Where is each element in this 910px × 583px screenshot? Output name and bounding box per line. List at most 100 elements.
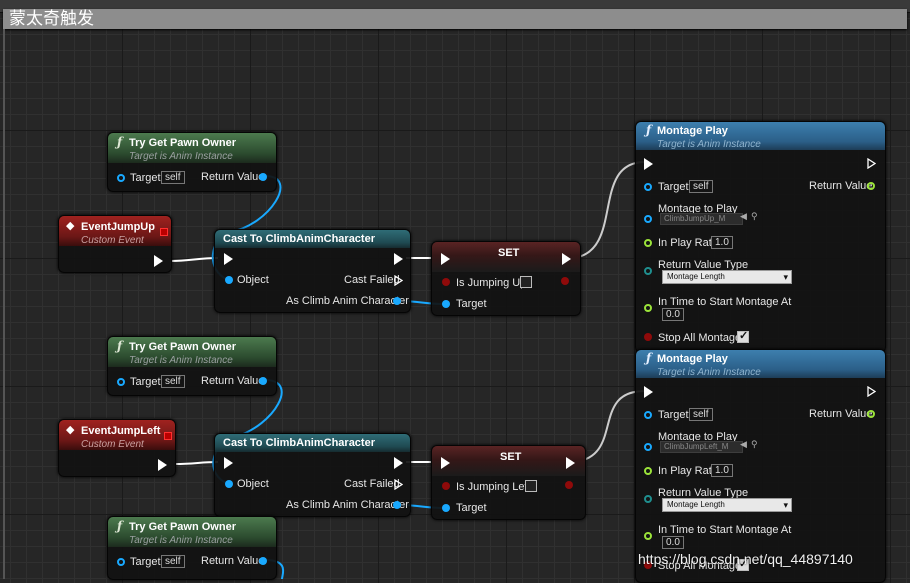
cast-node[interactable]: Cast To ClimbAnimCharacter Object Cast F… [214, 229, 411, 313]
montage-asset-picker[interactable]: ClimbJumpLeft_M [660, 441, 743, 453]
search-icon[interactable]: ⚲ [751, 211, 758, 222]
exec-in-pin[interactable] [441, 457, 450, 469]
pin-label-target: Target [456, 298, 487, 310]
pin-label-target: Target [130, 376, 161, 388]
as-climb-anim-character-pin[interactable] [393, 501, 401, 509]
target-pin[interactable] [442, 504, 450, 512]
try-get-pawn-owner-node[interactable]: ƒ Try Get Pawn Owner Target is Anim Inst… [107, 516, 277, 580]
bool-in-pin[interactable] [442, 278, 450, 286]
return-value-pin[interactable] [867, 410, 875, 418]
target-pin[interactable] [644, 183, 652, 191]
exec-out-pin[interactable] [867, 386, 876, 397]
delegate-pin[interactable] [164, 432, 172, 440]
return-value-pin[interactable] [259, 557, 267, 565]
search-icon[interactable]: ⚲ [751, 439, 758, 450]
custom-event-node[interactable]: ◆ EventJumpUp Custom Event [58, 215, 172, 273]
exec-out-pin[interactable] [562, 253, 571, 265]
node-subtitle: Target is Anim Instance [129, 535, 233, 546]
function-icon: ƒ [117, 339, 123, 353]
target-pin[interactable] [117, 558, 125, 566]
self-value: self [161, 555, 185, 568]
cast-failed-pin[interactable] [394, 275, 403, 286]
watermark: https://blog.csdn.net/qq_44897140 [638, 551, 853, 567]
pin-label-as: As Climb Anim Character [286, 499, 409, 511]
node-title: Try Get Pawn Owner [129, 341, 236, 353]
time-value[interactable]: 0.0 [662, 536, 684, 549]
exec-out-pin[interactable] [867, 158, 876, 169]
target-pin[interactable] [442, 300, 450, 308]
node-subtitle: Target is Anim Instance [129, 355, 233, 366]
return-value-type-dropdown[interactable]: Montage Length [662, 498, 792, 512]
type-pin[interactable] [644, 267, 652, 275]
custom-event-node[interactable]: ◆ EventJumpLeft Custom Event [58, 419, 176, 477]
delegate-pin[interactable] [160, 228, 168, 236]
return-value-type-dropdown[interactable]: Montage Length [662, 270, 792, 284]
montage-asset-picker[interactable]: ClimbJumpUp_M [660, 213, 743, 225]
function-icon: ƒ [117, 519, 123, 533]
montage-play-node[interactable]: ƒ Montage Play Target is Anim Instance T… [635, 349, 886, 583]
as-climb-anim-character-pin[interactable] [393, 297, 401, 305]
set-node[interactable]: SET Is Jumping Up Target [431, 241, 581, 316]
target-pin[interactable] [644, 411, 652, 419]
pin-label-stop-all: Stop All Montages [658, 332, 747, 344]
time-pin[interactable] [644, 532, 652, 540]
bool-checkbox[interactable] [525, 480, 537, 492]
exec-in-pin[interactable] [644, 386, 653, 398]
try-get-pawn-owner-node[interactable]: ƒ Try Get Pawn Owner Target is Anim Inst… [107, 336, 277, 396]
return-value-pin[interactable] [259, 173, 267, 181]
bool-in-pin[interactable] [442, 482, 450, 490]
set-node[interactable]: SET Is Jumping Left Target [431, 445, 586, 520]
node-title: Cast To ClimbAnimCharacter [223, 233, 375, 245]
return-value-pin[interactable] [867, 182, 875, 190]
node-subtitle: Custom Event [81, 235, 144, 246]
exec-out-pin[interactable] [394, 253, 403, 265]
node-title: Montage Play [657, 353, 728, 365]
self-value: self [689, 180, 713, 193]
time-value[interactable]: 0.0 [662, 308, 684, 321]
pin-label-as: As Climb Anim Character [286, 295, 409, 307]
stop-all-pin[interactable] [644, 333, 652, 341]
target-pin[interactable] [117, 174, 125, 182]
montage-play-node[interactable]: ƒ Montage Play Target is Anim Instance T… [635, 121, 886, 353]
play-rate-value[interactable]: 1.0 [711, 464, 733, 477]
exec-in-pin[interactable] [441, 253, 450, 265]
time-pin[interactable] [644, 304, 652, 312]
pin-label-target: Target [658, 181, 689, 193]
pin-label-object: Object [237, 478, 269, 490]
pin-label-return: Return Value [201, 555, 265, 567]
node-subtitle: Target is Anim Instance [657, 139, 761, 150]
bool-out-pin[interactable] [565, 481, 573, 489]
exec-out-pin[interactable] [154, 255, 163, 267]
bool-out-pin[interactable] [561, 277, 569, 285]
stop-all-checkbox[interactable] [737, 329, 749, 343]
node-title: Try Get Pawn Owner [129, 137, 236, 149]
cast-node[interactable]: Cast To ClimbAnimCharacter Object Cast F… [214, 433, 411, 517]
type-pin[interactable] [644, 495, 652, 503]
browse-icon[interactable]: ◀ [740, 439, 747, 450]
target-pin[interactable] [117, 378, 125, 386]
return-value-pin[interactable] [259, 377, 267, 385]
pin-label-target: Target [130, 172, 161, 184]
montage-pin[interactable] [644, 215, 652, 223]
montage-pin[interactable] [644, 443, 652, 451]
node-title: Montage Play [657, 125, 728, 137]
exec-in-pin[interactable] [644, 158, 653, 170]
pin-label-var: Is Jumping Up [456, 277, 527, 289]
exec-out-pin[interactable] [394, 457, 403, 469]
object-pin[interactable] [225, 480, 233, 488]
cast-failed-pin[interactable] [394, 479, 403, 490]
exec-in-pin[interactable] [224, 457, 233, 469]
pin-label-return: Return Value [201, 375, 265, 387]
pin-label-time: In Time to Start Montage At [658, 296, 792, 308]
exec-out-pin[interactable] [566, 457, 575, 469]
play-rate-pin[interactable] [644, 239, 652, 247]
object-pin[interactable] [225, 276, 233, 284]
try-get-pawn-owner-node[interactable]: ƒ Try Get Pawn Owner Target is Anim Inst… [107, 132, 277, 192]
pin-label-target: Target [658, 409, 689, 421]
exec-out-pin[interactable] [158, 459, 167, 471]
browse-icon[interactable]: ◀ [740, 211, 747, 222]
exec-in-pin[interactable] [224, 253, 233, 265]
play-rate-value[interactable]: 1.0 [711, 236, 733, 249]
play-rate-pin[interactable] [644, 467, 652, 475]
bool-checkbox[interactable] [520, 276, 532, 288]
